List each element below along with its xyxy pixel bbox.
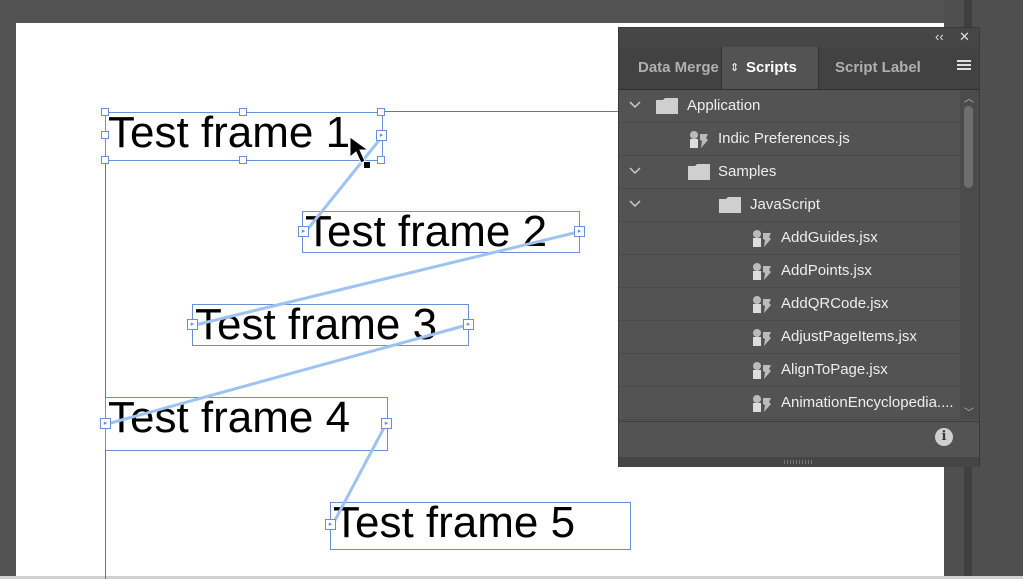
tree-item-label: JavaScript — [750, 196, 821, 213]
out-port-frame-3[interactable]: ▸ — [463, 319, 474, 330]
tree-item-samples[interactable]: Samples — [619, 156, 960, 189]
chevron-down-icon[interactable] — [629, 200, 641, 208]
tree-item-label: AdjustPageItems.jsx — [781, 328, 917, 345]
tree-item-script[interactable]: AddQRCode.jsx — [619, 288, 960, 321]
script-icon — [753, 263, 771, 280]
script-icon — [753, 395, 771, 412]
close-panel-icon[interactable]: ✕ — [959, 29, 970, 45]
scroll-down-icon[interactable]: ﹀ — [964, 404, 974, 419]
out-port-frame-1[interactable]: ▸ — [376, 130, 387, 141]
in-port-frame-4[interactable]: ▸ — [100, 418, 111, 429]
panel-menu-icon[interactable] — [957, 60, 971, 74]
in-port-frame-5[interactable]: ▸ — [325, 519, 336, 530]
tree-item-application[interactable]: Application — [619, 90, 960, 123]
tree-item-label: AddQRCode.jsx — [781, 295, 889, 312]
thread-3-4 — [106, 323, 468, 426]
tab-scripts[interactable]: ⇕ Scripts — [722, 47, 818, 89]
panel-footer: i — [619, 421, 979, 458]
chevron-down-icon[interactable] — [629, 101, 641, 109]
script-icon — [690, 131, 708, 148]
tab-data-merge[interactable]: Data Merge — [638, 47, 722, 89]
script-icon — [753, 296, 771, 313]
tree-item-label: Indic Preferences.js — [718, 130, 850, 147]
chevron-down-icon[interactable] — [629, 167, 641, 175]
tab-scripts-label: Scripts — [746, 59, 797, 76]
tree-item-script[interactable]: AddPoints.jsx — [619, 255, 960, 288]
tree-item-script[interactable]: Indic Preferences.js — [619, 123, 960, 156]
cursor-badge-icon — [364, 162, 370, 168]
tree-item-label: AlignToPage.jsx — [781, 361, 888, 378]
tree-item-script[interactable]: AddGuides.jsx — [619, 222, 960, 255]
script-icon — [753, 230, 771, 247]
thread-4-5 — [331, 423, 388, 525]
panel-title-bar[interactable]: ‹‹ ✕ — [619, 28, 979, 47]
tree-scrollbar[interactable]: ︿ ﹀ — [960, 90, 979, 420]
in-port-frame-2[interactable]: ▸ — [298, 226, 309, 237]
scripts-panel: ‹‹ ✕ Data Merge ⇕ Scripts Script Label A… — [618, 27, 980, 467]
out-port-frame-4[interactable]: ▸ — [381, 418, 392, 429]
tree-item-script[interactable]: AnimationEncyclopedia.... — [619, 387, 960, 420]
folder-icon — [719, 197, 741, 213]
script-icon — [753, 329, 771, 346]
script-icon — [753, 362, 771, 379]
scripts-tree: Application Indic Preferences.js Samples… — [619, 90, 960, 420]
out-port-frame-2[interactable]: ▸ — [574, 226, 585, 237]
tree-item-label: Samples — [718, 163, 777, 180]
tree-item-label: AddPoints.jsx — [781, 262, 872, 279]
scroll-up-icon[interactable]: ︿ — [964, 90, 974, 105]
tree-item-script[interactable]: AdjustPageItems.jsx — [619, 321, 960, 354]
tree-item-label: AddGuides.jsx — [781, 229, 878, 246]
tree-item-label: Application — [687, 97, 761, 114]
in-port-frame-3[interactable]: ▸ — [187, 319, 198, 330]
scrollbar-thumb[interactable] — [964, 106, 973, 188]
tree-item-javascript[interactable]: JavaScript — [619, 189, 960, 222]
thread-1-2 — [305, 137, 383, 231]
grip-lines — [784, 460, 812, 464]
tree-item-script[interactable]: AlignToPage.jsx — [619, 354, 960, 387]
collapse-panel-icon[interactable]: ‹‹ — [935, 29, 944, 44]
panel-resize-grip[interactable] — [619, 457, 979, 467]
tab-reorder-icon: ⇕ — [730, 62, 740, 74]
info-icon[interactable]: i — [935, 428, 953, 446]
tab-divider — [818, 47, 819, 89]
folder-icon — [656, 98, 678, 114]
tree-item-label: AnimationEncyclopedia.... — [781, 394, 954, 411]
panel-tab-bar: Data Merge ⇕ Scripts Script Label — [619, 47, 979, 90]
thread-2-3 — [194, 230, 579, 327]
tab-script-label[interactable]: Script Label — [835, 47, 921, 89]
folder-icon — [688, 164, 710, 180]
